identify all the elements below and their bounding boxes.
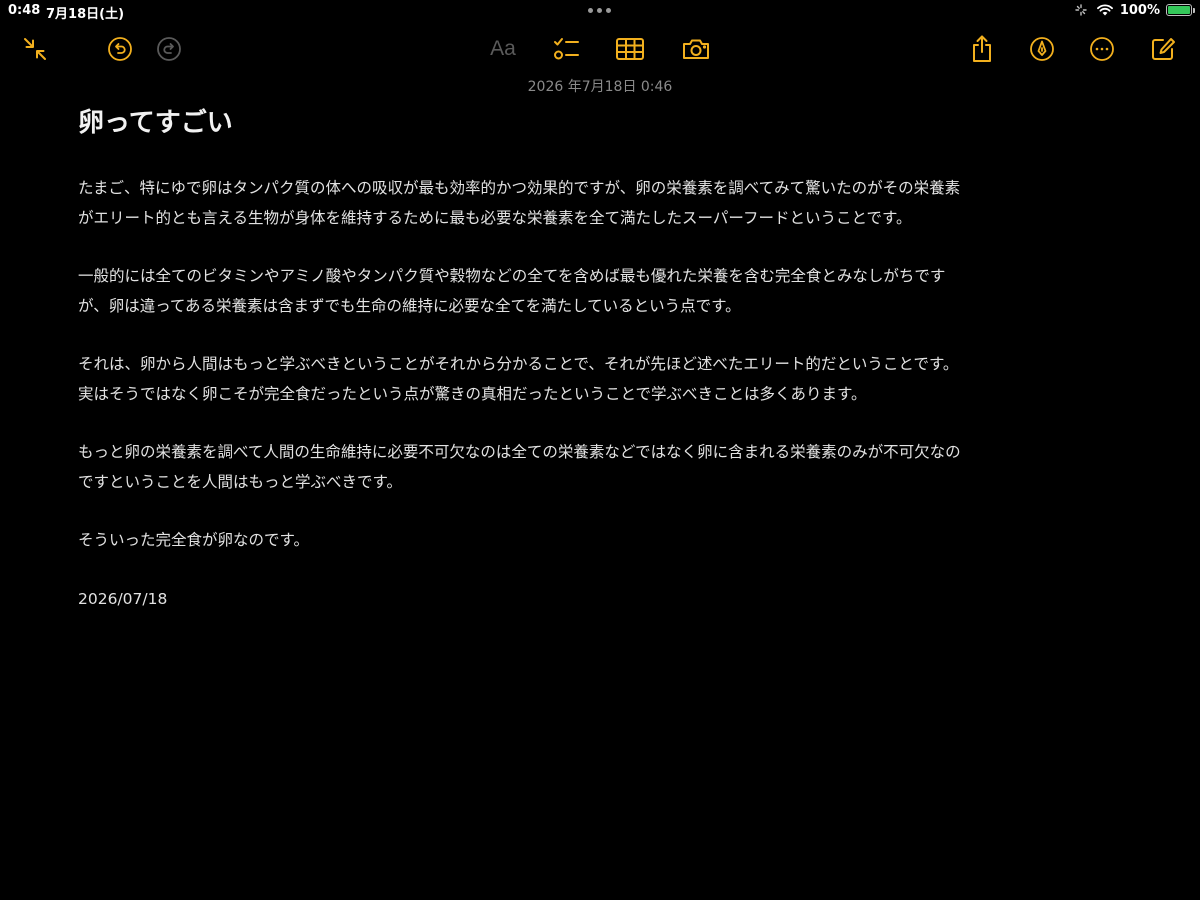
note-toolbar: Aa bbox=[0, 30, 1200, 68]
compose-button[interactable] bbox=[1144, 30, 1182, 68]
undo-button[interactable] bbox=[101, 30, 139, 68]
redo-button[interactable] bbox=[150, 30, 188, 68]
pen-icon bbox=[1030, 37, 1054, 61]
note-date: 2026 年7月18日 0:46 bbox=[527, 79, 673, 95]
battery-cap bbox=[1193, 8, 1195, 13]
note-paragraph[interactable]: それは、卵から人間はもっと学ぶべきということがそれから分かることで、それが先ほど… bbox=[78, 350, 968, 409]
battery-percent: 100% bbox=[1119, 2, 1160, 18]
format-label: Aa bbox=[490, 37, 516, 60]
checklist-button[interactable] bbox=[547, 30, 585, 68]
checklist-icon bbox=[554, 38, 579, 60]
note-paragraph[interactable]: 2026/07/18 bbox=[78, 585, 968, 615]
battery-icon bbox=[1166, 4, 1195, 16]
dot bbox=[597, 8, 602, 13]
loading-icon bbox=[1072, 2, 1090, 18]
dot bbox=[588, 8, 593, 13]
status-bar: 0:48 7月18日(土) 100% bbox=[0, 0, 1200, 22]
status-indicators: 100% bbox=[1072, 2, 1195, 18]
dot bbox=[606, 8, 611, 13]
undo-icon bbox=[108, 37, 132, 61]
more-button[interactable] bbox=[1083, 30, 1121, 68]
markup-button[interactable] bbox=[1023, 30, 1061, 68]
status-time: 0:48 bbox=[8, 3, 41, 18]
status-date: 7月18日(土) bbox=[46, 7, 125, 22]
note-title[interactable]: 卵ってすごい bbox=[78, 106, 968, 140]
compose-icon bbox=[1152, 38, 1175, 60]
note-paragraph[interactable]: もっと卵の栄養素を調べて人間の生命維持に必要不可欠なのは全ての栄養素などではなく… bbox=[78, 438, 968, 497]
note-body[interactable]: 卵ってすごい たまご、特にゆで卵はタンパク質の体への吸収が最も効率的かつ効果的で… bbox=[78, 106, 968, 643]
table-button[interactable] bbox=[611, 30, 649, 68]
battery-level bbox=[1168, 6, 1190, 14]
table-icon bbox=[616, 38, 644, 60]
note-paragraph[interactable]: たまご、特にゆで卵はタンパク質の体への吸収が最も効率的かつ効果的ですが、卵の栄養… bbox=[78, 174, 968, 233]
note-paragraph[interactable]: そういった完全食が卵なのです。 bbox=[78, 526, 968, 556]
redo-icon bbox=[157, 37, 181, 61]
format-button[interactable]: Aa bbox=[483, 30, 523, 68]
arrows-in-icon bbox=[24, 38, 46, 60]
share-button[interactable] bbox=[963, 30, 1001, 68]
collapse-button[interactable] bbox=[16, 30, 54, 68]
share-icon bbox=[973, 35, 991, 62]
camera-icon bbox=[683, 39, 709, 59]
more-icon bbox=[1090, 37, 1114, 61]
camera-button[interactable] bbox=[677, 30, 715, 68]
wifi-icon bbox=[1096, 2, 1114, 18]
multitasking-handle[interactable] bbox=[588, 8, 611, 13]
note-paragraph[interactable]: 一般的には全てのビタミンやアミノ酸やタンパク質や穀物などの全てを含めば最も優れた… bbox=[78, 262, 968, 321]
